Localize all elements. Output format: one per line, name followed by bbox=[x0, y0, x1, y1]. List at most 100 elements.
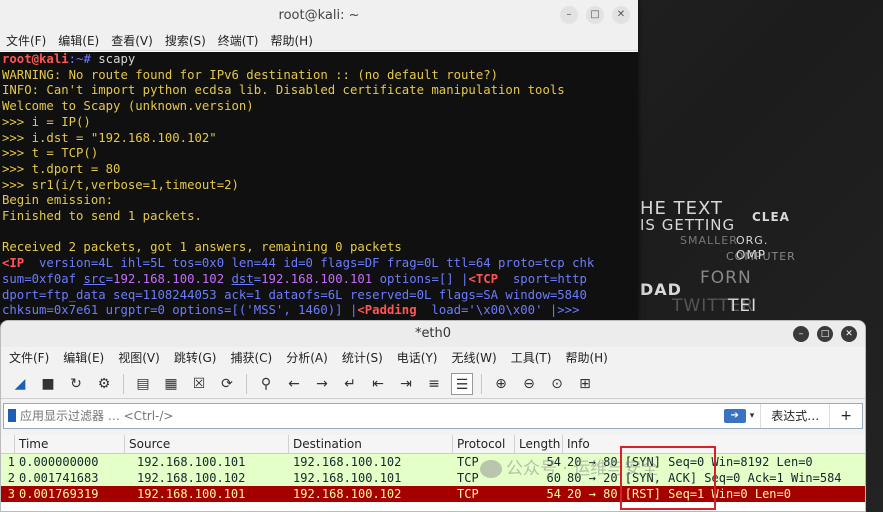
maximize-icon[interactable]: □ bbox=[586, 6, 604, 24]
tcp-sport: sport=http bbox=[498, 271, 587, 286]
src-key: src bbox=[83, 271, 106, 286]
zoom-normal-icon[interactable]: ⊙ bbox=[546, 373, 568, 395]
term-line: >>> i = IP() bbox=[2, 114, 91, 129]
ip-layer-label: <IP bbox=[2, 256, 25, 271]
ws-menu-statistics[interactable]: 统计(S) bbox=[342, 347, 383, 369]
col-protocol-header[interactable]: Protocol bbox=[453, 435, 515, 453]
minimize-icon[interactable]: – bbox=[560, 6, 578, 24]
go-back-icon[interactable]: ← bbox=[283, 373, 305, 395]
bg-text-10: TEI bbox=[728, 296, 758, 316]
ws-menu-file[interactable]: 文件(F) bbox=[9, 347, 49, 369]
menu-edit[interactable]: 编辑(E) bbox=[58, 31, 99, 50]
menu-terminal[interactable]: 终端(T) bbox=[218, 31, 259, 50]
col-destination-header[interactable]: Destination bbox=[289, 435, 453, 453]
find-packet-icon[interactable]: ⚲ bbox=[255, 373, 277, 395]
zoom-in-icon[interactable]: ⊕ bbox=[490, 373, 512, 395]
ws-menu-wireless[interactable]: 无线(W) bbox=[452, 347, 497, 369]
wireshark-titlebar[interactable]: *eth0 – □ ✕ bbox=[1, 321, 865, 347]
add-filter-button[interactable]: + bbox=[829, 404, 862, 428]
expression-button[interactable]: 表达式… bbox=[760, 404, 829, 428]
restart-capture-icon[interactable]: ↻ bbox=[65, 373, 87, 395]
cell-no: 2 bbox=[7, 471, 15, 485]
table-row-selected[interactable]: 3 0.001769319 192.168.100.101 192.168.10… bbox=[1, 486, 865, 502]
menu-file[interactable]: 文件(F) bbox=[6, 31, 46, 50]
table-row[interactable]: 2 0.001741683 192.168.100.102 192.168.10… bbox=[1, 470, 865, 486]
cell-source: 192.168.100.102 bbox=[137, 471, 246, 485]
menu-view[interactable]: 查看(V) bbox=[111, 31, 153, 50]
go-forward-icon[interactable]: → bbox=[311, 373, 333, 395]
bg-text-8: FORN bbox=[700, 268, 752, 288]
terminal-window[interactable]: root@kali: ~ – □ ✕ 文件(F) 编辑(E) 查看(V) 搜索(… bbox=[0, 0, 638, 322]
open-file-icon[interactable]: ▤ bbox=[132, 373, 154, 395]
ip-chksum: sum=0xf0af bbox=[2, 271, 84, 286]
cell-protocol: TCP bbox=[457, 487, 479, 501]
toolbar-separator bbox=[246, 373, 247, 394]
term-line: Received 2 packets, got 1 answers, remai… bbox=[2, 240, 402, 255]
wechat-logo-icon bbox=[480, 460, 502, 478]
col-length-header[interactable]: Length bbox=[515, 435, 563, 453]
close-icon[interactable]: ✕ bbox=[841, 326, 857, 342]
stop-capture-icon[interactable]: ■ bbox=[37, 373, 59, 395]
close-file-icon[interactable]: ☒ bbox=[188, 373, 210, 395]
term-line: Begin emission: bbox=[2, 193, 114, 208]
bg-text-11: OMP bbox=[736, 248, 767, 262]
padding-layer-label: <Padding bbox=[357, 303, 417, 318]
ws-menu-view[interactable]: 视图(V) bbox=[118, 347, 160, 369]
wireshark-toolbar: ◢ ■ ↻ ⚙ ▤ ▦ ☒ ⟳ ⚲ ← → ↵ ⇤ ⇥ ≡ ☰ ⊕ ⊖ ⊙ ⊞ bbox=[1, 369, 865, 399]
colorize-icon[interactable]: ☰ bbox=[451, 372, 473, 395]
prompt-command: scapy bbox=[98, 52, 136, 66]
last-packet-icon[interactable]: ⇥ bbox=[395, 373, 417, 395]
reload-file-icon[interactable]: ⟳ bbox=[216, 373, 238, 395]
toolbar-separator bbox=[481, 373, 482, 394]
term-line: WARNING: No route found for IPv6 destina… bbox=[2, 67, 499, 82]
bg-text-2: IS GETTING bbox=[640, 216, 736, 234]
terminal-output[interactable]: root@kali:~# scapy WARNING: No route fou… bbox=[0, 52, 638, 322]
cell-destination: 192.168.100.101 bbox=[293, 471, 402, 485]
autoscroll-icon[interactable]: ≡ bbox=[423, 373, 445, 395]
ws-menu-go[interactable]: 跳转(G) bbox=[174, 347, 217, 369]
ws-menu-help[interactable]: 帮助(H) bbox=[565, 347, 607, 369]
wireshark-window[interactable]: *eth0 – □ ✕ 文件(F) 编辑(E) 视图(V) 跳转(G) 捕获(C… bbox=[0, 320, 866, 512]
dst-value: 192.168.100.101 bbox=[261, 271, 373, 286]
ws-menu-analyze[interactable]: 分析(A) bbox=[286, 347, 328, 369]
menu-help[interactable]: 帮助(H) bbox=[271, 31, 313, 50]
cell-no: 1 bbox=[7, 455, 15, 469]
ws-menu-telephony[interactable]: 电话(Y) bbox=[397, 347, 438, 369]
col-time-header[interactable]: Time bbox=[15, 435, 125, 453]
cell-length: 54 bbox=[546, 487, 561, 501]
term-line: Finished to send 1 packets. bbox=[2, 209, 202, 224]
display-filter-input[interactable] bbox=[4, 406, 724, 426]
shark-fin-start-icon[interactable]: ◢ bbox=[9, 373, 31, 395]
packet-list-header: Time Source Destination Protocol Length … bbox=[1, 435, 865, 454]
chevron-down-icon[interactable]: ▾ bbox=[750, 411, 755, 421]
ip-options: options=[] | bbox=[372, 271, 469, 286]
zoom-out-icon[interactable]: ⊖ bbox=[518, 373, 540, 395]
tcp-options: chksum=0x7e61 urgptr=0 options=[('MSS', … bbox=[2, 303, 358, 318]
cell-destination: 192.168.100.102 bbox=[293, 487, 402, 501]
col-no-header[interactable] bbox=[1, 435, 15, 453]
first-packet-icon[interactable]: ⇤ bbox=[367, 373, 389, 395]
save-file-icon[interactable]: ▦ bbox=[160, 373, 182, 395]
terminal-titlebar[interactable]: root@kali: ~ – □ ✕ bbox=[0, 0, 638, 31]
cell-destination: 192.168.100.102 bbox=[293, 455, 402, 469]
toolbar-separator bbox=[123, 373, 124, 394]
capture-options-icon[interactable]: ⚙ bbox=[93, 373, 115, 395]
ws-menu-edit[interactable]: 编辑(E) bbox=[63, 347, 104, 369]
maximize-icon[interactable]: □ bbox=[817, 326, 833, 342]
ws-menu-capture[interactable]: 捕获(C) bbox=[230, 347, 272, 369]
resize-columns-icon[interactable]: ⊞ bbox=[574, 373, 596, 395]
minimize-icon[interactable]: – bbox=[793, 326, 809, 342]
close-icon[interactable]: ✕ bbox=[612, 6, 630, 24]
dst-key: dst bbox=[231, 271, 254, 286]
filter-bookmark-icon[interactable] bbox=[8, 409, 16, 422]
term-line: >>> t.dport = 80 bbox=[2, 161, 121, 176]
apply-filter-icon[interactable]: ➔ bbox=[723, 409, 746, 423]
padding-fields: load='\x00\x00' |>>> bbox=[416, 303, 580, 318]
go-to-packet-icon[interactable]: ↵ bbox=[339, 373, 361, 395]
wireshark-title: *eth0 bbox=[414, 326, 452, 341]
col-source-header[interactable]: Source bbox=[125, 435, 289, 453]
ws-menu-tools[interactable]: 工具(T) bbox=[511, 347, 552, 369]
menu-search[interactable]: 搜索(S) bbox=[165, 31, 206, 50]
table-row[interactable]: 1 0.000000000 192.168.100.101 192.168.10… bbox=[1, 454, 865, 470]
term-line: Welcome to Scapy (unknown.version) bbox=[2, 99, 254, 114]
